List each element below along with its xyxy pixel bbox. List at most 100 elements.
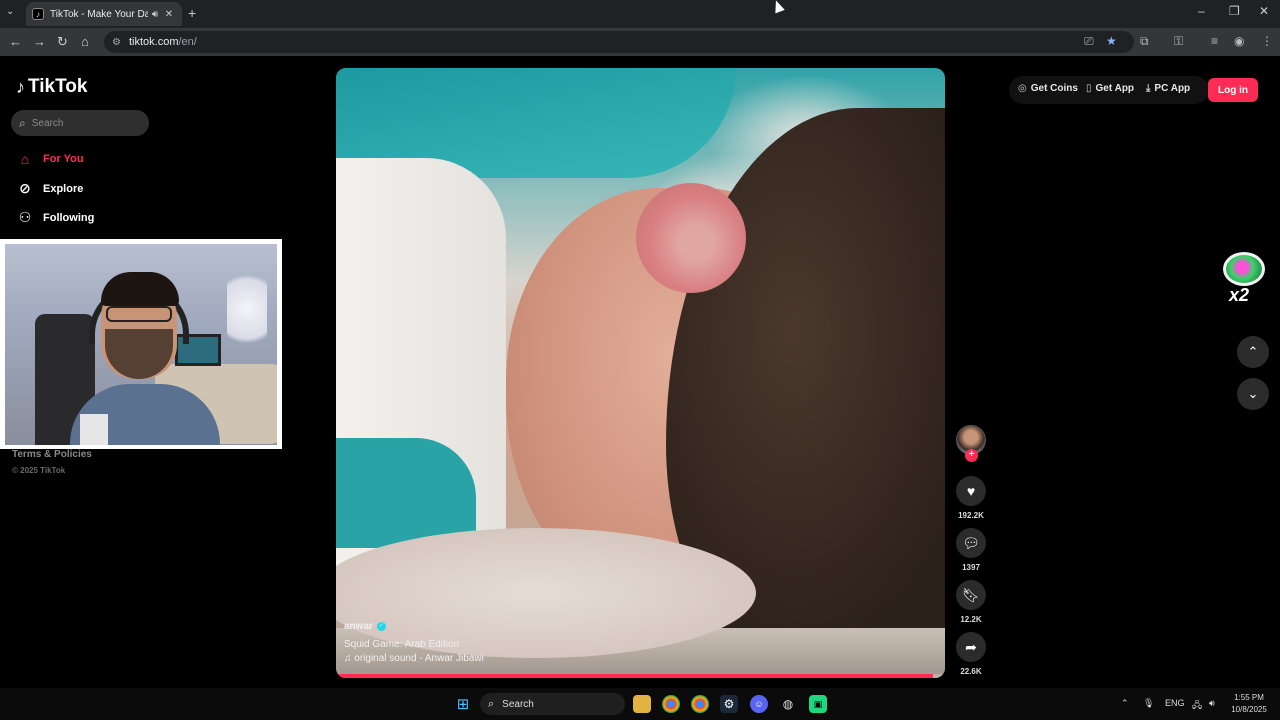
video-description: Squid Game: Arab Edition: [344, 639, 460, 650]
copyright-text: © 2025 TikTok: [12, 466, 66, 475]
login-button[interactable]: Log in: [1208, 78, 1258, 102]
taskbar-search-label: Search: [502, 698, 534, 710]
verified-badge-icon: ✓: [376, 622, 386, 631]
coin-icon: ◎: [1018, 83, 1027, 94]
tiktok-note-icon: ♪: [16, 76, 25, 97]
obs-icon[interactable]: ◍: [779, 695, 797, 713]
url-path: /en/: [178, 36, 197, 48]
discord-icon[interactable]: ☺: [750, 695, 768, 713]
sound-label: original sound - Anwar Jibawi: [354, 653, 484, 664]
search-placeholder: Search: [31, 117, 64, 129]
bookmark-icon: 🔖︎: [962, 586, 980, 603]
phone-icon: ▯: [1086, 83, 1092, 94]
chevron-down-icon: ⌄: [1247, 386, 1259, 401]
tray-overflow-icon[interactable]: ⌃: [1121, 698, 1129, 709]
close-tab-icon[interactable]: ✕: [162, 9, 176, 20]
comment-button[interactable]: 💬︎: [956, 528, 986, 558]
get-coins-link[interactable]: ◎ Get Coins: [1018, 83, 1078, 94]
download-icon: ⤓: [1146, 83, 1151, 94]
terms-link[interactable]: Terms & Policies: [12, 449, 92, 460]
home-icon: ⌂: [20, 151, 30, 167]
author-name: anwar: [344, 621, 373, 632]
video-progress-fill: [336, 674, 933, 678]
nav-for-you[interactable]: ⌂ For You: [16, 151, 84, 167]
webcam-feed: [5, 244, 277, 445]
get-app-link[interactable]: ▯ Get App: [1086, 83, 1134, 94]
site-info-icon[interactable]: ⚙: [112, 37, 121, 48]
webcam-overlay: [0, 239, 282, 449]
pc-app-link[interactable]: ⤓ PC App: [1146, 83, 1190, 94]
forward-icon[interactable]: →: [33, 34, 46, 49]
save-button[interactable]: 🔖︎: [956, 580, 986, 610]
close-window-icon[interactable]: ✕: [1259, 4, 1269, 18]
windows-start-icon[interactable]: ⊞: [454, 695, 472, 713]
nav-explore[interactable]: ⊘ Explore: [16, 180, 83, 197]
steam-icon[interactable]: ⚙: [720, 695, 738, 713]
extensions-icon[interactable]: ⧉: [1140, 34, 1149, 49]
comment-bubble-icon: 💬︎: [962, 534, 980, 551]
reload-icon[interactable]: ↻: [57, 34, 68, 50]
back-icon[interactable]: ←: [9, 34, 22, 49]
search-input[interactable]: ⌕ Search: [11, 110, 149, 136]
browser-tab[interactable]: ♪ TikTok - Make Your Day 🔊︎ ✕: [26, 2, 182, 26]
coin-multiplier: x2: [1229, 285, 1250, 305]
chrome-profile-icon[interactable]: [691, 695, 709, 713]
search-icon: ⌕: [19, 115, 26, 130]
bookmark-star-icon[interactable]: ★: [1106, 34, 1117, 48]
minimize-icon[interactable]: –: [1198, 4, 1205, 18]
previous-video-button[interactable]: ⌃: [1237, 336, 1269, 368]
music-note-icon: ♫: [344, 653, 355, 664]
taskbar-search[interactable]: ⌕ Search: [480, 693, 625, 715]
profile-avatar-icon[interactable]: ◉: [1234, 34, 1244, 48]
tab-title: TikTok - Make Your Day: [50, 8, 148, 20]
video-author[interactable]: anwar ✓: [344, 621, 386, 632]
like-count: 192.2K: [958, 511, 984, 520]
follow-plus-icon[interactable]: +: [965, 449, 978, 462]
chrome-icon[interactable]: [662, 695, 680, 713]
tab-list-icon[interactable]: ⌄: [6, 6, 14, 17]
file-explorer-icon[interactable]: [633, 695, 651, 713]
clock-time: 1:55 PM: [1234, 693, 1264, 702]
volume-icon[interactable]: 🔊︎: [1209, 698, 1215, 709]
comment-count: 1397: [962, 563, 980, 572]
search-icon: ⌕: [488, 697, 495, 710]
video-player[interactable]: anwar ✓ Squid Game: Arab Edition ♫ origi…: [336, 68, 945, 678]
share-button[interactable]: ➦: [956, 632, 986, 662]
share-arrow-icon: ➦: [965, 638, 977, 655]
home-browser-icon[interactable]: ⌂: [81, 34, 89, 49]
heart-icon: ♥: [966, 483, 976, 499]
save-count: 12.2K: [960, 615, 982, 624]
install-app-icon[interactable]: ⎚: [1084, 34, 1094, 49]
like-button[interactable]: ♥: [956, 476, 986, 506]
speaker-icon[interactable]: 🔊︎: [148, 9, 162, 20]
media-control-icon[interactable]: ≡: [1211, 34, 1218, 48]
windows-taskbar: ⊞ ⌕ Search ⚙ ☺ ◍ ▣ ⌃ 🎙︎ ENG 🖧︎ 🔊︎ 1:55 P…: [0, 688, 1280, 720]
get-app-label: Get App: [1095, 83, 1135, 94]
new-tab-icon[interactable]: +: [188, 5, 196, 21]
address-bar[interactable]: ⚙ tiktok.com /en/: [104, 31, 1134, 53]
password-key-icon[interactable]: ⚿: [1174, 34, 1183, 49]
system-clock[interactable]: 1:55 PM 10/8/2025: [1226, 692, 1272, 716]
tiktok-logo[interactable]: ♪ TikTok: [16, 76, 87, 98]
nav-for-you-label: For You: [43, 153, 84, 165]
tiktok-favicon-icon: ♪: [32, 8, 44, 20]
browser-tabbar: ⌄ ♪ TikTok - Make Your Day 🔊︎ ✕ + – ❐ ✕: [0, 0, 1280, 28]
menu-kebab-icon[interactable]: ⋮: [1261, 34, 1273, 48]
nav-following-label: Following: [43, 211, 95, 224]
video-progress-bar[interactable]: [336, 674, 945, 678]
nav-following[interactable]: ⚇ Following: [16, 209, 95, 226]
language-indicator[interactable]: ENG: [1165, 698, 1185, 708]
browser-toolbar: ← → ↻ ⌂ ⚙ tiktok.com /en/ ⎚ ★ ⧉ ⚿ ≡ ◉ ⋮: [0, 28, 1280, 56]
next-video-button[interactable]: ⌄: [1237, 378, 1269, 410]
restore-icon[interactable]: ❐: [1229, 4, 1240, 18]
user-icon: ⚇: [18, 209, 32, 225]
microphone-icon[interactable]: 🎙︎: [1143, 698, 1154, 709]
video-sound[interactable]: ♫ original sound - Anwar Jibawi: [344, 653, 484, 664]
network-icon[interactable]: 🖧︎: [1192, 698, 1202, 714]
get-coins-label: Get Coins: [1030, 83, 1078, 94]
app-icon[interactable]: ▣: [809, 695, 827, 713]
pc-app-label: PC App: [1154, 83, 1191, 94]
clock-date: 10/8/2025: [1231, 705, 1267, 714]
share-count: 22.6K: [960, 667, 982, 676]
coin-promo-badge[interactable]: x2: [1221, 250, 1267, 310]
